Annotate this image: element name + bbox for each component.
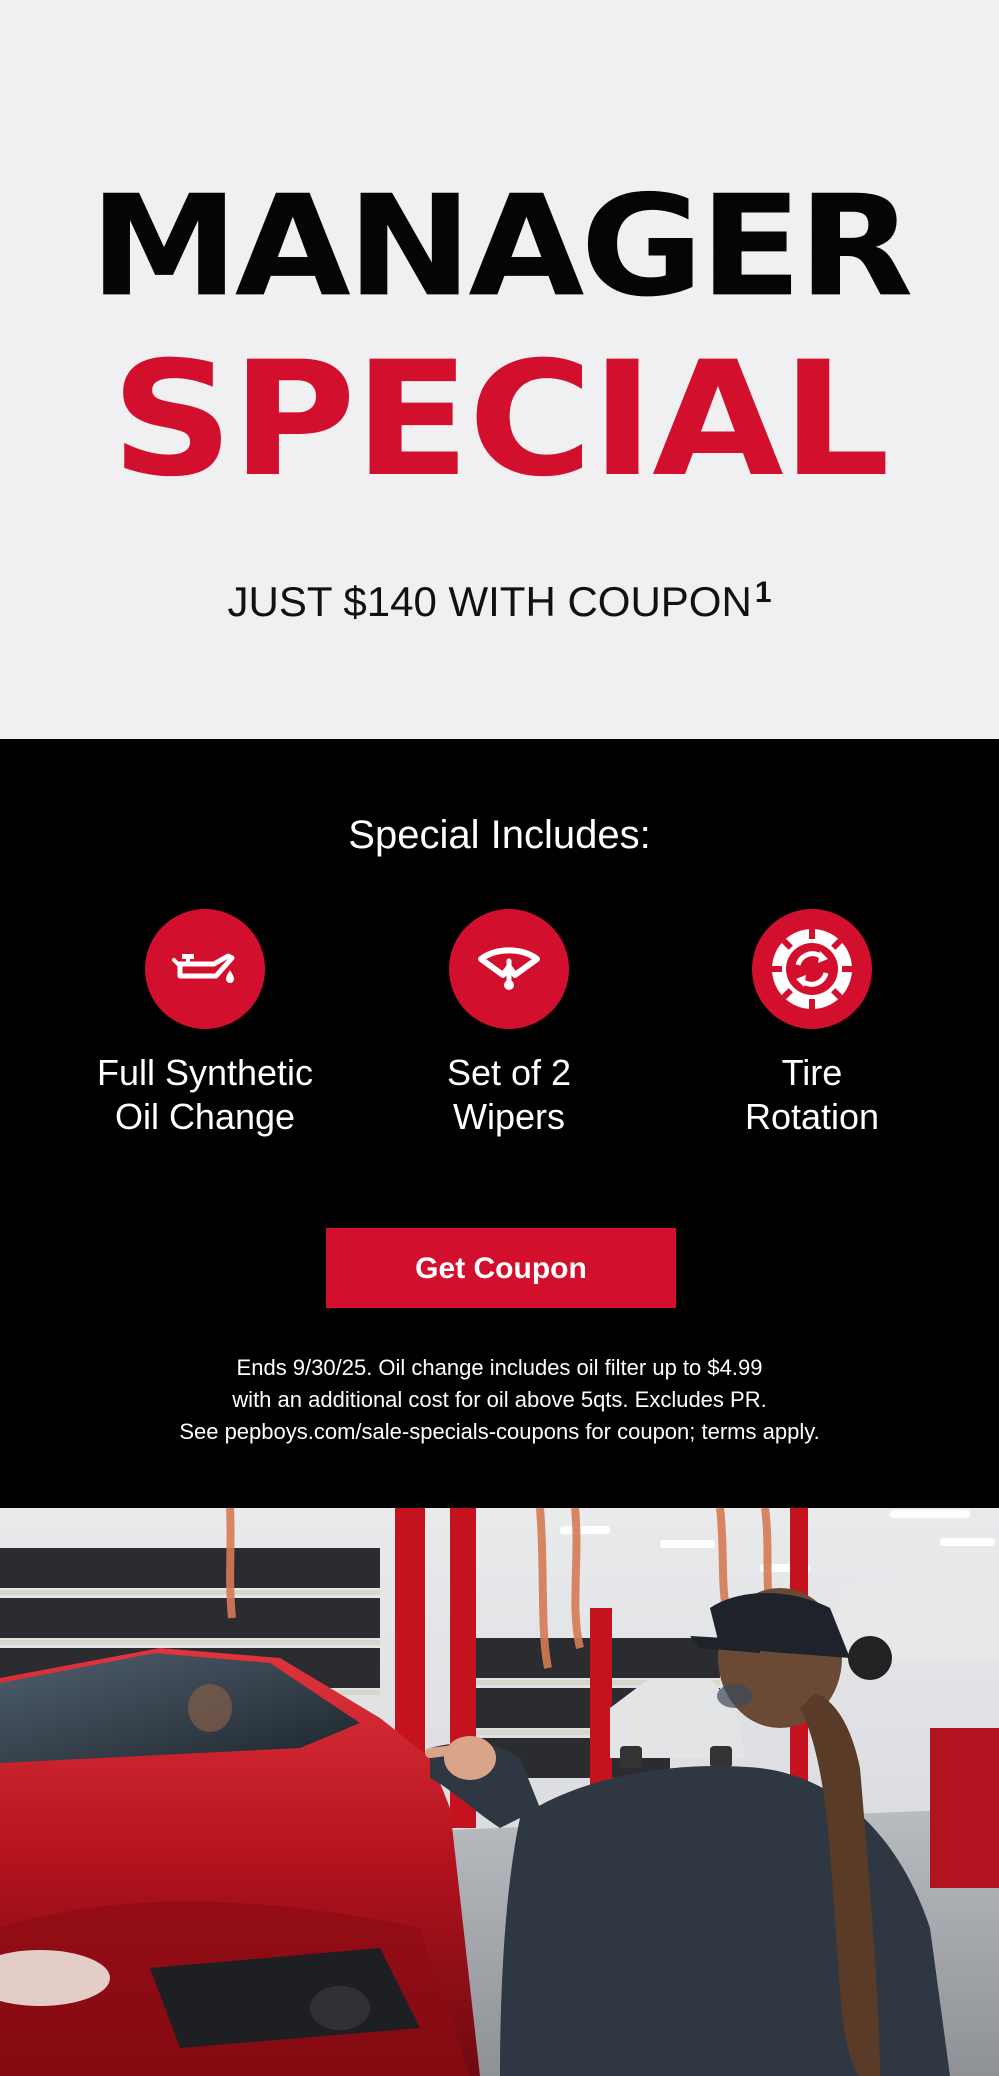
service-bay-illustration — [0, 1508, 999, 2076]
feature-label-wipers: Set of 2 Wipers — [446, 1052, 572, 1137]
price-subtitle-text: JUST $140 WITH COUPON — [227, 578, 752, 625]
wiper-icon — [449, 909, 569, 1029]
get-coupon-button[interactable]: Get Coupon — [326, 1228, 676, 1308]
service-bay-photo — [0, 1508, 999, 2076]
price-subtitle: JUST $140 WITH COUPON 1 — [0, 568, 999, 627]
disclaimer-line-1: Ends 9/30/25. Oil change includes oil fi… — [236, 1355, 763, 1380]
headline-manager: MANAGER — [89, 166, 913, 328]
disclaimer-line-3: See pepboys.com/sale-specials-coupons fo… — [179, 1419, 820, 1444]
feature-oil-change: Full Synthetic Oil Change — [55, 909, 355, 1139]
footnote-marker: 1 — [754, 576, 772, 609]
disclaimer-line-2: with an additional cost for oil above 5q… — [232, 1387, 767, 1412]
disclaimer-text: Ends 9/30/25. Oil change includes oil fi… — [0, 1352, 999, 1448]
hero-banner: MANAGER SPECIAL JUST $140 WITH COUPON 1 — [0, 0, 999, 739]
special-includes-section: Special Includes: Full Synthetic Oil Cha… — [0, 739, 999, 1508]
feature-label-oil-change: Full Synthetic Oil Change — [96, 1052, 314, 1137]
feature-label-tire-rotation: Tire Rotation — [744, 1052, 880, 1137]
includes-title: Special Includes: — [348, 813, 651, 857]
feature-wipers: Set of 2 Wipers — [359, 909, 659, 1139]
feature-tire-rotation: Tire Rotation — [662, 909, 962, 1139]
tire-rotation-icon — [752, 909, 872, 1029]
headline-special: SPECIAL — [110, 327, 890, 513]
oil-can-icon — [145, 909, 265, 1029]
